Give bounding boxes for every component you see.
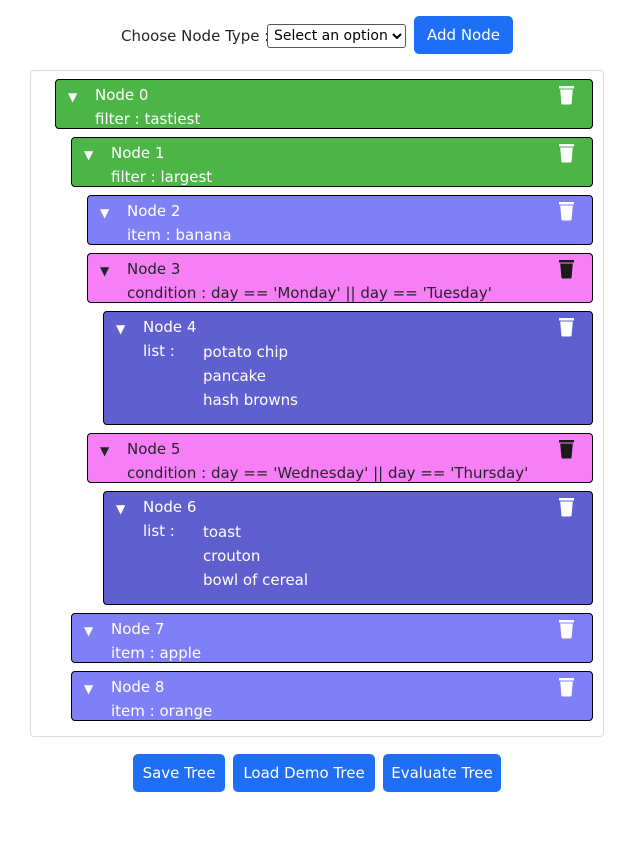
collapse-triangle-icon[interactable]: ▼ [116, 502, 125, 516]
node-content: condition : day == 'Monday' || day == 'T… [127, 284, 492, 302]
add-node-button[interactable]: Add Node [414, 16, 513, 54]
list-items: toast crouton bowl of cereal [203, 520, 308, 592]
list-items: potato chip pancake hash browns [203, 340, 298, 412]
tree-node[interactable]: ▼ Node 5 condition : day == 'Wednesday' … [87, 433, 593, 483]
load-demo-tree-button[interactable]: Load Demo Tree [233, 754, 375, 792]
tree-node[interactable]: ▼ Node 1 filter : largest [71, 137, 593, 187]
list-item: hash browns [203, 391, 298, 409]
node-content: item : banana [127, 226, 232, 244]
tree-node[interactable]: ▼ Node 4 list : potato chip pancake hash… [103, 311, 593, 425]
tree-node[interactable]: ▼ Node 6 list : toast crouton bowl of ce… [103, 491, 593, 605]
node-title: Node 1 [111, 144, 165, 162]
node-content: item : orange [111, 702, 213, 720]
collapse-triangle-icon[interactable]: ▼ [100, 264, 109, 278]
node-type-select[interactable]: Select an option [267, 24, 406, 48]
tree-node[interactable]: ▼ Node 3 condition : day == 'Monday' || … [87, 253, 593, 303]
save-tree-button[interactable]: Save Tree [133, 754, 225, 792]
list-item: toast [203, 523, 241, 541]
node-title: Node 8 [111, 678, 165, 696]
trash-icon[interactable] [558, 143, 575, 163]
trash-icon[interactable] [558, 259, 575, 279]
list-item: pancake [203, 367, 267, 385]
tree-node[interactable]: ▼ Node 2 item : banana [87, 195, 593, 245]
node-content: filter : largest [111, 168, 213, 186]
evaluate-tree-button[interactable]: Evaluate Tree [383, 754, 501, 792]
collapse-triangle-icon[interactable]: ▼ [100, 444, 109, 458]
tree-node[interactable]: ▼ Node 0 filter : tastiest [55, 79, 593, 129]
collapse-triangle-icon[interactable]: ▼ [68, 90, 77, 104]
trash-icon[interactable] [558, 497, 575, 517]
tree-actions: Save Tree Load Demo Tree Evaluate Tree [0, 754, 637, 792]
node-title: Node 3 [127, 260, 181, 278]
trash-icon[interactable] [558, 201, 575, 221]
node-content: filter : tastiest [95, 110, 201, 128]
choose-node-type-label: Choose Node Type : [121, 27, 270, 45]
node-title: Node 4 [143, 318, 197, 336]
tree-node[interactable]: ▼ Node 8 item : orange [71, 671, 593, 721]
trash-icon[interactable] [558, 677, 575, 697]
node-title: Node 6 [143, 498, 197, 516]
node-toolbar: Choose Node Type : Select an option Add … [0, 16, 637, 54]
tree-node[interactable]: ▼ Node 7 item : apple [71, 613, 593, 663]
trash-icon[interactable] [558, 619, 575, 639]
node-content: item : apple [111, 644, 202, 662]
collapse-triangle-icon[interactable]: ▼ [84, 624, 93, 638]
list-label: list : [143, 342, 175, 360]
collapse-triangle-icon[interactable]: ▼ [84, 148, 93, 162]
node-title: Node 5 [127, 440, 181, 458]
tree-container: ▼ Node 0 filter : tastiest ▼ Node 1 filt… [30, 70, 604, 737]
trash-icon[interactable] [558, 85, 575, 105]
trash-icon[interactable] [558, 439, 575, 459]
list-label: list : [143, 522, 175, 540]
node-title: Node 7 [111, 620, 165, 638]
node-content: condition : day == 'Wednesday' || day ==… [127, 464, 529, 482]
collapse-triangle-icon[interactable]: ▼ [116, 322, 125, 336]
list-item: bowl of cereal [203, 571, 309, 589]
collapse-triangle-icon[interactable]: ▼ [100, 206, 109, 220]
list-item: crouton [203, 547, 261, 565]
trash-icon[interactable] [558, 317, 575, 337]
node-title: Node 0 [95, 86, 149, 104]
collapse-triangle-icon[interactable]: ▼ [84, 682, 93, 696]
list-item: potato chip [203, 343, 289, 361]
node-title: Node 2 [127, 202, 181, 220]
